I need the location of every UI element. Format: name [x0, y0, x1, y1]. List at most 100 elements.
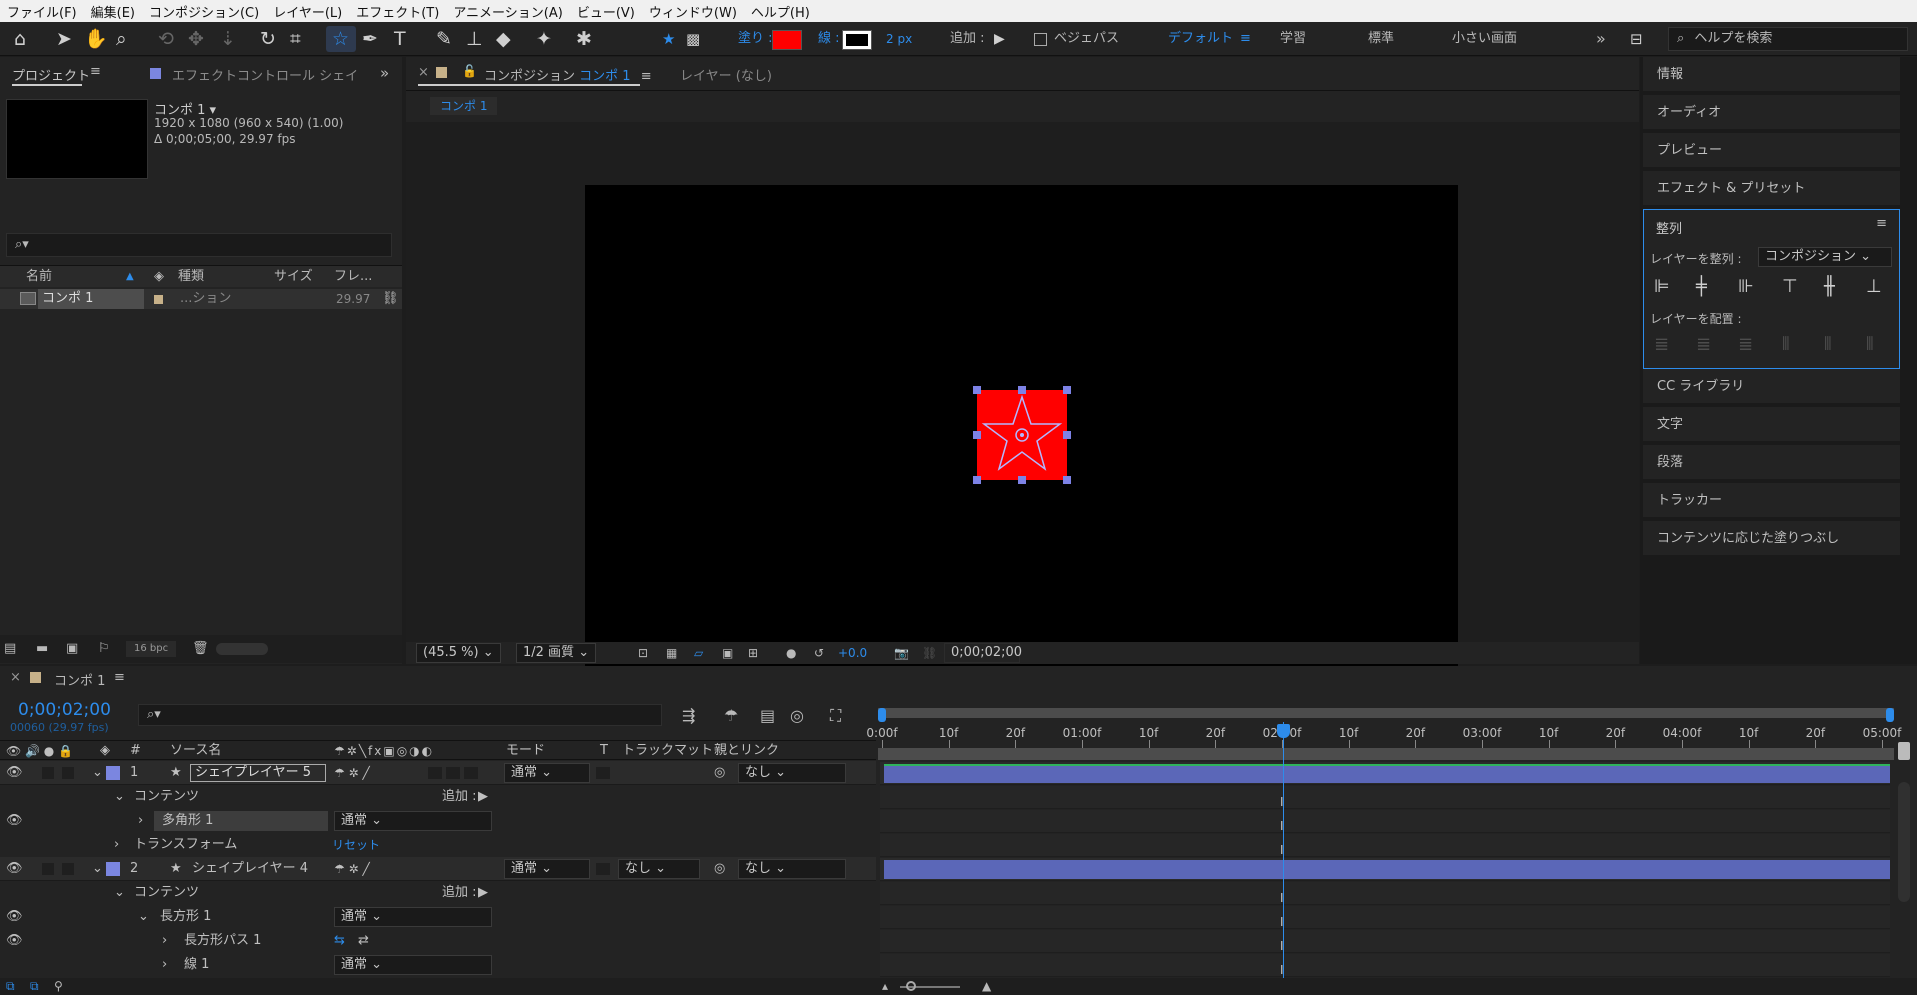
transform-row[interactable]: › トランスフォーム リセット — [0, 833, 876, 857]
roto-brush-icon[interactable]: ✦ — [536, 22, 552, 56]
more-workspaces-icon[interactable]: » — [1596, 22, 1606, 56]
menu-animation[interactable]: アニメーション(A) — [446, 2, 570, 21]
workspace-small[interactable]: 小さい画面 — [1452, 22, 1517, 56]
distribute-right-icon[interactable]: ⫴ — [1866, 334, 1874, 355]
parent-select[interactable]: なし ⌄ — [738, 763, 846, 783]
layer-name[interactable]: シェイプレイヤー 4 — [192, 857, 308, 881]
trash-icon[interactable]: 🗑 — [192, 635, 209, 663]
bezier-checkbox[interactable] — [1034, 33, 1047, 46]
bbox-handle[interactable] — [1063, 431, 1071, 439]
mask-mode-icon[interactable]: ▩ — [686, 22, 700, 56]
solo-switch[interactable] — [42, 863, 54, 875]
clone-stamp-icon[interactable]: ⊥ — [466, 22, 483, 56]
rectangle-path-label[interactable]: 長方形パス 1 — [184, 929, 261, 953]
align-top-icon[interactable]: ⊤ — [1782, 276, 1798, 297]
rectangle-row[interactable]: 👁 ⌄ 長方形 1 通常 ⌄ — [0, 905, 876, 929]
polygon-label[interactable]: 多角形 1 — [154, 811, 328, 831]
effects-presets-panel[interactable]: エフェクト & プリセット — [1643, 171, 1900, 207]
collapse-icon[interactable]: › — [138, 809, 143, 833]
dolly-tool-icon[interactable]: ⇣ — [220, 22, 236, 56]
align-hcenter-icon[interactable]: ╪ — [1696, 276, 1707, 297]
info-panel[interactable]: 情報 — [1643, 57, 1900, 93]
lock-switch[interactable] — [62, 863, 74, 875]
layer-row-1[interactable]: 👁 ⌄ 1 ★ シェイプレイヤー 5 ☂ ✲ ╱ 通常 ⌄ ◎ なし ⌄ — [0, 761, 876, 785]
thumbnail-slider[interactable] — [216, 643, 268, 655]
distribute-hcenter-icon[interactable]: ⫴ — [1824, 334, 1832, 355]
parent-select[interactable]: なし ⌄ — [738, 859, 846, 879]
zoom-slider-thumb[interactable] — [906, 981, 916, 991]
contents-row-2[interactable]: ⌄ コンテンツ 追加 : ▶ — [0, 881, 876, 905]
snapshot-region-icon[interactable]: ⊡ — [638, 642, 648, 664]
exposure-value[interactable]: +0.0 — [838, 642, 867, 664]
render-icon[interactable]: ⚐ — [98, 635, 110, 663]
rotate-tool-icon[interactable]: ↻ — [260, 22, 276, 56]
col-mode[interactable]: モード — [506, 741, 545, 761]
solo-switch[interactable] — [42, 767, 54, 779]
project-search[interactable]: ⌕▾ — [6, 233, 392, 257]
timeline-tab[interactable]: コンポ 1 — [54, 670, 105, 689]
collapse-icon[interactable]: › — [162, 929, 167, 953]
audio-panel[interactable]: オーディオ — [1643, 95, 1900, 131]
timeline-search[interactable]: ⌕▾ — [138, 704, 662, 726]
tracker-panel[interactable]: トラッカー — [1643, 483, 1900, 519]
camera-icon[interactable]: 📷 — [894, 642, 909, 664]
add-play-icon[interactable]: ▶ — [994, 22, 1005, 56]
menu-edit[interactable]: 編集(E) — [84, 2, 142, 21]
sync-settings-icon[interactable]: ⊟ — [1630, 22, 1643, 56]
menu-composition[interactable]: コンポジション(C) — [142, 2, 266, 21]
new-folder-icon[interactable]: ▬ — [36, 635, 48, 663]
col-name[interactable]: 名前 — [26, 266, 52, 288]
distribute-vcenter-icon[interactable]: ≣ — [1696, 334, 1711, 355]
comp-close-icon[interactable]: × — [418, 65, 429, 80]
lock-icon[interactable]: 🔓 — [462, 64, 477, 78]
stroke-mode-select[interactable]: 通常 ⌄ — [334, 955, 492, 975]
work-area-start[interactable] — [878, 708, 886, 722]
stroke-row[interactable]: › 線 1 通常 ⌄ — [0, 953, 876, 977]
cti-head[interactable] — [1277, 724, 1290, 738]
comp-timecode[interactable]: 0;00;02;00 — [944, 643, 1022, 663]
timeline-timecode[interactable]: 0;00;02;00 — [18, 700, 111, 720]
switch-box[interactable] — [446, 767, 460, 779]
paragraph-panel[interactable]: 段落 — [1643, 445, 1900, 481]
pen-tool-icon[interactable]: ✒ — [362, 22, 378, 56]
distribute-top-icon[interactable]: ≣ — [1654, 334, 1669, 355]
label-tag-icon[interactable]: ◈ — [154, 266, 164, 288]
menu-effect[interactable]: エフェクト(T) — [349, 2, 446, 21]
eye-icon[interactable]: 👁 — [6, 761, 23, 785]
help-search-input[interactable]: ヘルプを検索 — [1694, 31, 1772, 46]
reset-link[interactable]: リセット — [332, 833, 380, 857]
trackmatte-switch[interactable] — [596, 767, 610, 779]
quality-select[interactable]: 1/2 画質 ⌄ — [516, 643, 597, 663]
flowchart-icon[interactable]: ⛓ — [382, 289, 399, 309]
zoom-out-icon[interactable]: ▴ — [882, 978, 888, 995]
path-direction-icon[interactable]: ⇆ — [334, 929, 345, 953]
bbox-handle[interactable] — [973, 386, 981, 394]
add-play-icon[interactable]: ▶ — [478, 785, 488, 809]
workspace-default[interactable]: デフォルト — [1168, 22, 1233, 56]
layer-mode-select[interactable]: 通常 ⌄ — [504, 763, 590, 783]
character-panel[interactable]: 文字 — [1643, 407, 1900, 443]
eye-icon[interactable]: 👁 — [6, 809, 23, 833]
cc-libraries-panel[interactable]: CC ライブラリ — [1643, 369, 1900, 405]
help-search[interactable]: ⌕ ヘルプを検索 — [1668, 27, 1908, 51]
zoom-in-icon[interactable]: ▲ — [982, 978, 991, 995]
stroke-label[interactable]: 線 1 — [184, 953, 209, 977]
hand-tool-icon[interactable]: ✋ — [84, 22, 108, 56]
eye-icon[interactable]: 👁 — [6, 857, 23, 881]
expand-icon[interactable]: ⌄ — [138, 905, 149, 929]
shy-layers-icon[interactable]: ☂ — [724, 706, 738, 725]
timeline-scrollbar[interactable] — [1898, 782, 1910, 902]
bbox-handle[interactable] — [1018, 386, 1026, 394]
contents-row-1[interactable]: ⌄ コンテンツ 追加 : ▶ — [0, 785, 876, 809]
content-aware-fill-panel[interactable]: コンテンツに応じた塗りつぶし — [1643, 521, 1900, 557]
link-icon[interactable]: ⛓ — [922, 642, 937, 664]
eraser-tool-icon[interactable]: ◆ — [496, 22, 511, 56]
mask-visibility-icon[interactable]: ▱ — [694, 642, 703, 664]
star-tool-icon[interactable]: ☆ — [332, 22, 349, 56]
add-play-icon[interactable]: ▶ — [478, 881, 488, 905]
col-parent[interactable]: 親とリンク — [714, 741, 779, 761]
transparency-grid-icon[interactable]: ▦ — [666, 642, 677, 664]
in-out-toggle-icon[interactable]: ⚲ — [54, 978, 63, 995]
layer-label-swatch[interactable] — [106, 766, 120, 780]
polygon-row[interactable]: 👁 › 多角形 1 通常 ⌄ — [0, 809, 876, 833]
